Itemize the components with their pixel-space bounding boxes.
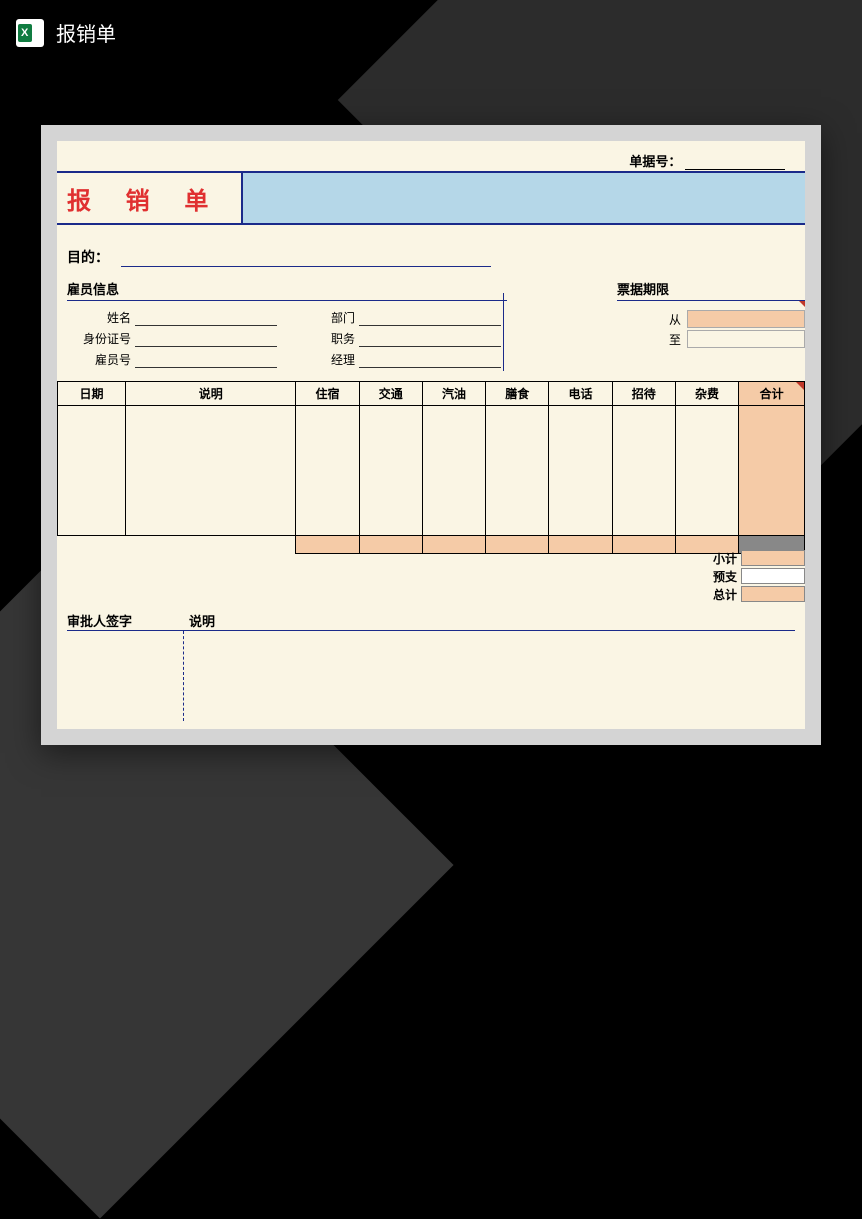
excel-icon bbox=[16, 19, 44, 47]
field-idcard: 身份证号 bbox=[73, 330, 277, 347]
totals-spacer bbox=[58, 536, 296, 554]
input-dept[interactable] bbox=[359, 312, 501, 326]
receipt-period-section: 票据期限 从 至 bbox=[617, 279, 805, 349]
th-misc: 杂费 bbox=[675, 382, 738, 406]
input-idcard[interactable] bbox=[135, 333, 277, 347]
cell-total bbox=[739, 406, 805, 536]
approver-signature-title: 审批人签字 bbox=[67, 611, 183, 630]
receipt-number-input-line[interactable] bbox=[685, 169, 785, 170]
approver-section: 审批人签字 说明 bbox=[67, 611, 795, 721]
summary-section: 小计 预支 总计 bbox=[685, 549, 805, 603]
period-corner-marker bbox=[799, 301, 805, 309]
cell-transport[interactable] bbox=[359, 406, 422, 536]
receipt-number-label: 单据号： bbox=[629, 154, 681, 169]
sum-phone bbox=[549, 536, 612, 554]
title-band bbox=[243, 173, 805, 225]
label-to: 至 bbox=[627, 331, 687, 348]
label-idcard: 身份证号 bbox=[73, 330, 131, 347]
period-to-row: 至 bbox=[627, 329, 805, 349]
sum-entertain bbox=[612, 536, 675, 554]
field-manager: 经理 bbox=[297, 351, 501, 368]
receipt-number-field: 单据号： bbox=[629, 151, 785, 170]
field-empno: 雇员号 bbox=[73, 351, 277, 368]
approver-notes-title: 说明 bbox=[183, 611, 795, 630]
document-frame: 单据号： 报 销 单 目的： 雇员信息 姓名 部门 bbox=[41, 125, 821, 745]
input-period-from[interactable] bbox=[687, 310, 805, 328]
th-transport: 交通 bbox=[359, 382, 422, 406]
sum-transport bbox=[359, 536, 422, 554]
field-dept: 部门 bbox=[297, 309, 501, 326]
table-header-row: 日期 说明 住宿 交通 汽油 膳食 电话 招待 杂费 合计 bbox=[58, 382, 805, 406]
file-title: 报销单 bbox=[56, 18, 116, 47]
label-position: 职务 bbox=[297, 330, 355, 347]
form-title-box: 报 销 单 bbox=[57, 173, 243, 225]
cell-misc[interactable] bbox=[675, 406, 738, 536]
cell-fuel[interactable] bbox=[422, 406, 485, 536]
row-subtotal: 小计 bbox=[685, 549, 805, 567]
sum-lodging bbox=[296, 536, 359, 554]
th-meals: 膳食 bbox=[486, 382, 549, 406]
th-total: 合计 bbox=[739, 382, 805, 406]
th-desc: 说明 bbox=[126, 382, 296, 406]
form-title: 报 销 单 bbox=[67, 181, 222, 216]
cell-date[interactable] bbox=[58, 406, 126, 536]
table-row bbox=[58, 406, 805, 536]
input-empno[interactable] bbox=[135, 354, 277, 368]
value-subtotal bbox=[741, 550, 805, 566]
employee-section-title: 雇员信息 bbox=[67, 279, 507, 301]
purpose-input-line[interactable] bbox=[121, 266, 491, 267]
label-manager: 经理 bbox=[297, 351, 355, 368]
label-advance: 预支 bbox=[685, 568, 741, 585]
period-from-row: 从 bbox=[627, 309, 805, 329]
th-entertain: 招待 bbox=[612, 382, 675, 406]
expense-form: 单据号： 报 销 单 目的： 雇员信息 姓名 部门 bbox=[57, 141, 805, 729]
input-name[interactable] bbox=[135, 312, 277, 326]
employee-section-divider bbox=[503, 293, 504, 371]
sum-meals bbox=[486, 536, 549, 554]
cell-entertain[interactable] bbox=[612, 406, 675, 536]
purpose-row: 目的： bbox=[67, 247, 785, 267]
field-name: 姓名 bbox=[73, 309, 277, 326]
th-phone: 电话 bbox=[549, 382, 612, 406]
sum-fuel bbox=[422, 536, 485, 554]
th-lodging: 住宿 bbox=[296, 382, 359, 406]
input-period-to[interactable] bbox=[687, 330, 805, 348]
cell-meals[interactable] bbox=[486, 406, 549, 536]
cell-lodging[interactable] bbox=[296, 406, 359, 536]
th-date: 日期 bbox=[58, 382, 126, 406]
value-advance[interactable] bbox=[741, 568, 805, 584]
expense-table: 日期 说明 住宿 交通 汽油 膳食 电话 招待 杂费 合计 bbox=[57, 381, 805, 554]
period-section-title: 票据期限 bbox=[617, 279, 805, 301]
expense-table-section: 日期 说明 住宿 交通 汽油 膳食 电话 招待 杂费 合计 bbox=[57, 381, 805, 554]
row-grandtotal: 总计 bbox=[685, 585, 805, 603]
label-subtotal: 小计 bbox=[685, 550, 741, 567]
row-advance: 预支 bbox=[685, 567, 805, 585]
label-empno: 雇员号 bbox=[73, 351, 131, 368]
label-from: 从 bbox=[627, 311, 687, 328]
label-grandtotal: 总计 bbox=[685, 586, 741, 603]
app-header: 报销单 bbox=[0, 0, 862, 65]
cell-desc[interactable] bbox=[126, 406, 296, 536]
approver-body[interactable] bbox=[67, 631, 795, 721]
value-grandtotal bbox=[741, 586, 805, 602]
approver-divider bbox=[183, 631, 184, 721]
input-manager[interactable] bbox=[359, 354, 501, 368]
input-position[interactable] bbox=[359, 333, 501, 347]
field-position: 职务 bbox=[297, 330, 501, 347]
purpose-label: 目的： bbox=[67, 247, 109, 267]
label-name: 姓名 bbox=[73, 309, 131, 326]
employee-info-section: 雇员信息 姓名 部门 身份证号 职务 bbox=[67, 279, 507, 368]
th-fuel: 汽油 bbox=[422, 382, 485, 406]
label-dept: 部门 bbox=[297, 309, 355, 326]
cell-phone[interactable] bbox=[549, 406, 612, 536]
